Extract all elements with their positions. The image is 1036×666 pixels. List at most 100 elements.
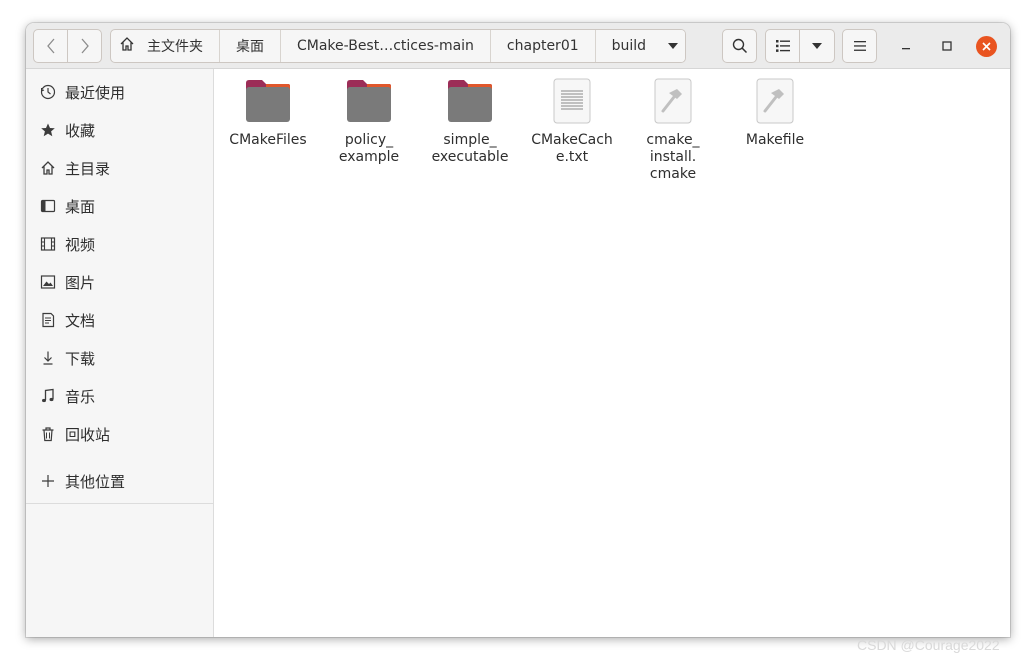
chevron-left-icon <box>46 38 54 54</box>
download-icon <box>40 350 56 366</box>
file-item[interactable]: cmake_ install. cmake <box>623 77 723 183</box>
sidebar-item-trash[interactable]: 回收站 <box>26 418 214 450</box>
file-name-line: cmake_ <box>646 132 700 148</box>
breadcrumb-desktop[interactable]: 桌面 <box>220 30 281 62</box>
breadcrumb-project[interactable]: CMake-Best…ctices-main <box>281 30 491 62</box>
caret-down-icon <box>668 43 679 49</box>
maximize-icon <box>942 41 952 51</box>
file-item[interactable]: CMakeFiles <box>218 77 318 149</box>
forward-button[interactable] <box>68 30 101 62</box>
sidebar-item-label: 图片 <box>65 273 96 292</box>
breadcrumb-chapter[interactable]: chapter01 <box>491 30 596 62</box>
file-manager-window: 主文件夹 桌面 CMake-Best…ctices-main chapter01… <box>26 23 1010 637</box>
search-icon <box>732 38 747 54</box>
file-name-line: executable <box>431 149 509 165</box>
sidebar-item-music[interactable]: 音乐 <box>26 380 214 412</box>
file-name-line: simple_ <box>443 132 497 148</box>
plus-icon <box>40 473 56 489</box>
menu-button[interactable] <box>842 29 877 63</box>
breadcrumb-label: 桌面 <box>236 39 264 55</box>
desktop-icon <box>40 198 56 214</box>
sidebar-divider <box>26 503 214 504</box>
file-name-line: cmake <box>649 166 697 182</box>
file-item[interactable]: Makefile <box>725 77 825 149</box>
search-button[interactable] <box>722 29 757 63</box>
clock-icon <box>40 84 56 100</box>
sidebar-item-downloads[interactable]: 下载 <box>26 342 214 374</box>
sidebar-item-label: 主目录 <box>65 159 111 178</box>
sidebar-item-label: 文档 <box>65 311 96 330</box>
sidebar-item-pictures[interactable]: 图片 <box>26 266 214 298</box>
sidebar-item-label: 回收站 <box>65 425 111 444</box>
file-name: CMakeCach e.txt <box>524 132 620 166</box>
file-view: CMakeFiles policy_ example simple_ executa… <box>215 69 1010 637</box>
sidebar-item-starred[interactable]: 收藏 <box>26 114 214 146</box>
script-file-icon <box>751 77 799 125</box>
file-name-line: example <box>338 149 400 165</box>
sidebar-item-label: 最近使用 <box>65 83 126 102</box>
sidebar: 最近使用 收藏 主目录 桌面 视频 图片 文档 下载 音乐 回收站 其他位置 <box>26 69 214 637</box>
sidebar-item-label: 视频 <box>65 235 96 254</box>
breadcrumb: 主文件夹 桌面 CMake-Best…ctices-main chapter01… <box>110 29 686 63</box>
folder-icon <box>244 77 292 125</box>
file-name: simple_ executable <box>422 132 518 166</box>
navigation-buttons <box>33 29 102 63</box>
minimize-button[interactable] <box>896 36 916 56</box>
file-item[interactable]: CMakeCach e.txt <box>522 77 622 166</box>
file-name-line: Makefile <box>745 132 805 148</box>
folder-icon <box>446 77 494 125</box>
file-name-line: e.txt <box>555 149 589 165</box>
script-file-icon <box>649 77 697 125</box>
list-view-button[interactable] <box>766 30 801 62</box>
breadcrumb-current[interactable]: build <box>595 30 685 62</box>
view-toggle-group <box>765 29 835 63</box>
breadcrumb-label: build <box>611 38 647 54</box>
sidebar-item-recent[interactable]: 最近使用 <box>26 76 214 108</box>
file-item[interactable]: policy_ example <box>319 77 419 166</box>
caret-down-icon <box>812 43 822 49</box>
file-name: cmake_ install. cmake <box>625 132 721 183</box>
text-file-icon <box>548 77 596 125</box>
file-item[interactable]: simple_ executable <box>420 77 520 166</box>
file-name: CMakeFiles <box>220 132 316 149</box>
video-icon <box>40 236 56 252</box>
sidebar-item-label: 其他位置 <box>65 472 126 491</box>
file-name: policy_ example <box>321 132 417 166</box>
sidebar-item-other-locations[interactable]: 其他位置 <box>26 465 214 497</box>
sidebar-item-home[interactable]: 主目录 <box>26 152 214 184</box>
sidebar-item-label: 桌面 <box>65 197 96 216</box>
file-name-line: install. <box>649 149 697 165</box>
home-icon <box>119 36 135 56</box>
folder-icon <box>345 77 393 125</box>
minimize-icon <box>902 48 910 50</box>
sidebar-item-label: 下载 <box>65 349 96 368</box>
back-button[interactable] <box>34 30 68 62</box>
breadcrumb-label: chapter01 <box>506 38 579 54</box>
watermark: CSDN @Courage2022 <box>857 637 1000 653</box>
header-bar: 主文件夹 桌面 CMake-Best…ctices-main chapter01… <box>26 23 1010 69</box>
close-button[interactable] <box>976 36 997 57</box>
view-options-button[interactable] <box>800 30 834 62</box>
maximize-button[interactable] <box>937 36 957 56</box>
breadcrumb-label: CMake-Best…ctices-main <box>297 38 474 54</box>
file-name-line: policy_ <box>344 132 394 148</box>
sidebar-item-videos[interactable]: 视频 <box>26 228 214 260</box>
breadcrumb-home[interactable]: 主文件夹 <box>111 30 220 62</box>
home-icon <box>40 160 56 176</box>
chevron-right-icon <box>81 38 89 54</box>
breadcrumb-home-label: 主文件夹 <box>147 39 203 55</box>
close-icon <box>982 42 991 51</box>
sidebar-item-label: 收藏 <box>65 121 96 140</box>
sidebar-item-documents[interactable]: 文档 <box>26 304 214 336</box>
picture-icon <box>40 274 56 290</box>
music-icon <box>40 388 56 404</box>
document-icon <box>40 312 56 328</box>
file-name-line: CMakeCach <box>531 132 613 148</box>
trash-icon <box>40 426 56 442</box>
file-name-line: CMakeFiles <box>229 132 307 148</box>
sidebar-item-desktop[interactable]: 桌面 <box>26 190 214 222</box>
star-icon <box>40 122 56 138</box>
file-name: Makefile <box>727 132 823 149</box>
sidebar-item-label: 音乐 <box>65 387 96 406</box>
list-view-icon <box>775 40 790 52</box>
